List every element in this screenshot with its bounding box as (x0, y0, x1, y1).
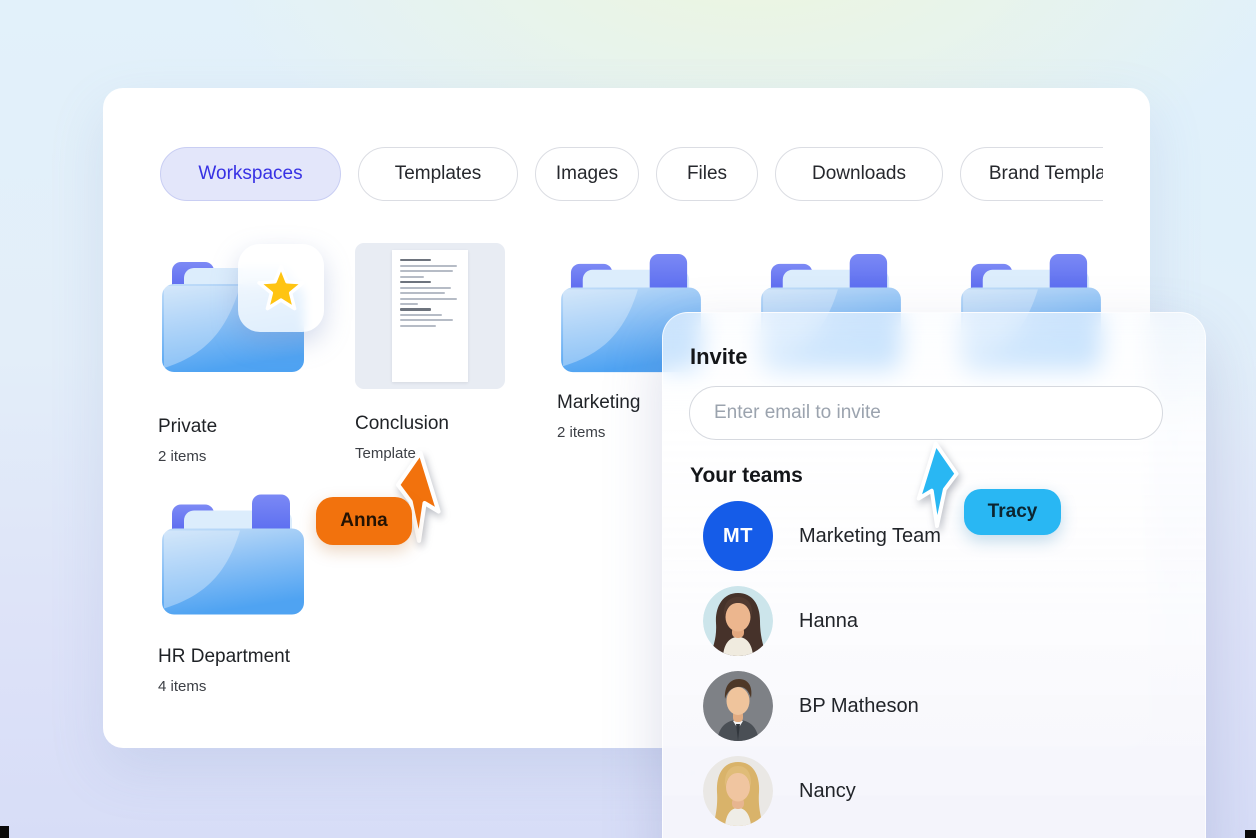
tab-images[interactable]: Images (535, 147, 639, 201)
portrait-man-suit (703, 671, 773, 741)
member-name: Nancy (799, 779, 856, 802)
document-item-conclusion[interactable]: Conclusion Template (355, 243, 515, 462)
item-title: Conclusion (355, 413, 449, 434)
invite-panel-title: Invite (690, 344, 748, 369)
folder-bookmark-icon (162, 494, 304, 615)
tab-workspaces[interactable]: Workspaces (160, 147, 341, 201)
your-teams-heading: Your teams (690, 464, 803, 487)
portrait-woman-dark-hair (703, 586, 773, 656)
corner-artifact-right (1245, 830, 1256, 838)
item-title: Private (158, 416, 218, 437)
tab-templates[interactable]: Templates (358, 147, 518, 201)
star-badge (238, 244, 324, 332)
avatar-bp-matheson (703, 671, 773, 741)
team-row-hanna[interactable]: Hanna (663, 586, 1205, 656)
avatar-nancy (703, 756, 773, 826)
tab-bar: Workspaces Templates Images Files Downlo… (160, 147, 1103, 203)
folder-item-private[interactable]: Private 2 items (158, 244, 338, 465)
email-invite-input[interactable] (689, 386, 1163, 440)
star-icon (257, 265, 305, 311)
item-subtitle: 2 items (158, 448, 207, 465)
document-thumbnail (355, 243, 505, 389)
team-list: MT Marketing Team Hanna BP Matheson Nanc… (663, 501, 1205, 838)
member-name: Marketing Team (799, 524, 941, 547)
tab-downloads[interactable]: Downloads (775, 147, 943, 201)
avatar-hanna (703, 586, 773, 656)
avatar-initials-text: MT (723, 524, 753, 547)
member-name: BP Matheson (799, 694, 919, 717)
invite-panel: Invite Your teams MT Marketing Team (662, 312, 1206, 838)
team-row-bp-matheson[interactable]: BP Matheson (663, 671, 1205, 741)
tab-files[interactable]: Files (656, 147, 758, 201)
team-row-nancy[interactable]: Nancy (663, 756, 1205, 826)
item-subtitle: Template (355, 445, 416, 462)
corner-artifact-left (0, 826, 9, 838)
folder-item-hr-department[interactable]: HR Department 4 items (158, 490, 358, 695)
item-subtitle: 4 items (158, 678, 207, 695)
item-title: HR Department (158, 646, 290, 667)
document-page (392, 250, 468, 382)
team-row-marketing-team[interactable]: MT Marketing Team (663, 501, 1205, 571)
member-name: Hanna (799, 609, 858, 632)
avatar-marketing-team: MT (703, 501, 773, 571)
portrait-woman-blonde (703, 756, 773, 826)
tab-brand-templates[interactable]: Brand Templates (960, 147, 1103, 201)
screenshot-stage: Workspaces Templates Images Files Downlo… (0, 0, 1256, 838)
